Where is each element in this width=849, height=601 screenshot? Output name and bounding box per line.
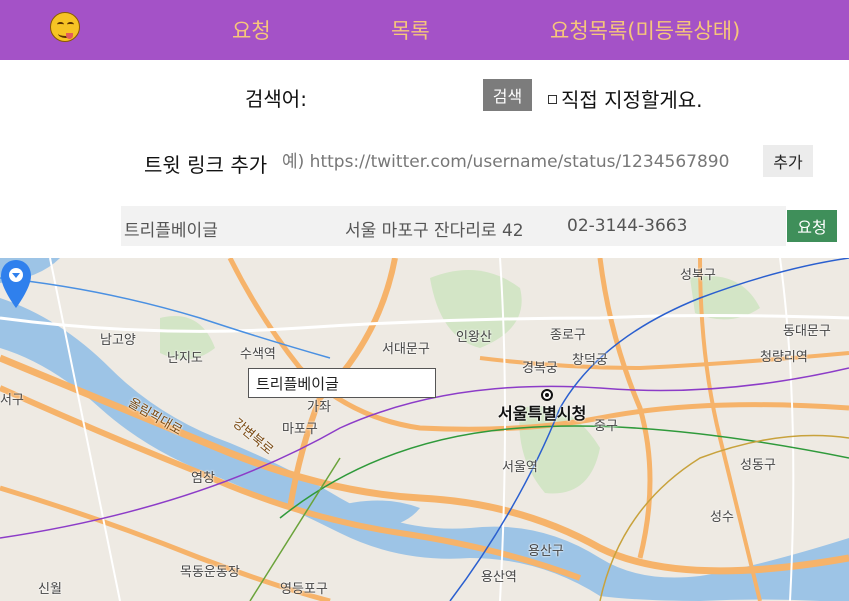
result-place-name: 트리플베이글 [124,221,218,241]
map-label: 경복궁 [522,361,558,376]
map-label: 성북구 [680,268,716,283]
map-label: 청량리역 [760,350,808,365]
search-input[interactable] [315,80,479,112]
map-label: 목동운동장 [180,565,240,580]
logo-eye-right [67,22,74,27]
logo-eye-left [57,22,64,27]
request-button[interactable]: 요청 [787,210,837,242]
map-label: 서울특별시청 [498,404,587,423]
tweet-link-input[interactable] [280,145,754,179]
map-label: 남고양 [100,333,136,348]
smiley-face-icon[interactable] [50,12,80,42]
search-button[interactable]: 검색 [483,79,532,111]
top-navbar: 요청 목록 요청목록(미등록상태) [0,0,849,60]
map-base-layer [0,258,849,601]
map-label: 서대문구 [382,342,430,357]
result-address: 서울 마포구 잔다리로 42 [345,221,524,241]
map-label: 서구 [0,393,24,408]
map-view[interactable]: 성북구 종로구 동대문구 서대문구 인왕산 창덕궁 경복궁 청량리역 남고양 수… [0,258,849,601]
map-label: 가좌 [307,400,331,415]
direct-assign-option[interactable]: 직접 지정할게요. [548,84,703,113]
map-label: 동대문구 [783,324,831,339]
city-hall-marker-icon [541,389,553,401]
map-label: 서울역 [502,460,538,475]
map-label: 용산역 [481,570,517,585]
nav-link-list[interactable]: 목록 [391,15,430,45]
map-label: 창덕궁 [572,353,608,368]
map-label: 신월 [38,582,62,597]
map-label: 성동구 [740,458,776,473]
map-label: 중구 [594,419,618,434]
nav-link-request[interactable]: 요청 [232,15,271,45]
logo-tongue [66,33,73,39]
map-label: 마포구 [282,422,318,437]
map-infowindow[interactable]: 트리플베이글 [248,368,436,398]
map-label: 인왕산 [456,330,492,345]
direct-assign-checkbox[interactable] [548,95,557,104]
search-label: 검색어: [245,87,307,111]
result-phone: 02-3144-3663 [567,216,688,236]
map-label: 난지도 [167,351,203,366]
add-tweet-button[interactable]: 추가 [763,145,813,177]
tweet-link-label: 트윗 링크 추가 [144,153,268,177]
map-label: 종로구 [550,328,586,343]
nav-link-unregistered-requests[interactable]: 요청목록(미등록상태) [550,15,740,45]
map-label: 영등포구 [280,582,328,597]
map-label: 용산구 [528,544,564,559]
search-result-row[interactable]: 트리플베이글 서울 마포구 잔다리로 42 02-3144-3663 [121,206,786,246]
map-label: 수색역 [240,347,276,362]
map-label: 염창 [191,471,215,486]
map-label: 성수 [710,510,734,525]
map-marker-icon[interactable] [0,258,32,314]
direct-assign-label: 직접 지정할게요. [561,88,703,112]
